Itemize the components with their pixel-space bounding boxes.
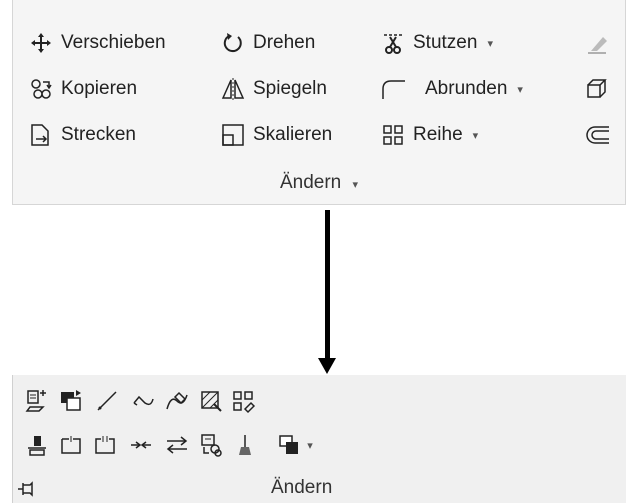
chevron-down-icon: ▾: [307, 439, 313, 452]
copy-circles-icon: [27, 75, 55, 103]
panel-expand-icon: ▾: [352, 179, 359, 191]
copy-button[interactable]: Kopieren: [27, 72, 137, 106]
offset-button[interactable]: [583, 118, 617, 152]
modify-panel-compact: ▾ Ändern: [12, 375, 626, 503]
explode-button[interactable]: [583, 72, 617, 106]
edit-array-icon: [233, 391, 256, 414]
trim-scissors-icon: [379, 29, 407, 57]
edit-hatch-button[interactable]: [197, 387, 225, 415]
stretch-label: Strecken: [61, 124, 136, 145]
scale-button[interactable]: Skalieren: [219, 118, 332, 152]
join-button[interactable]: [127, 431, 155, 459]
edit-array-button[interactable]: [229, 387, 257, 415]
move-icon: [27, 29, 55, 57]
bring-to-front-icon: [279, 435, 298, 454]
array-dropdown-icon[interactable]: ▾: [473, 129, 479, 142]
compact-panel-title[interactable]: Ändern: [271, 477, 332, 499]
array-grid-icon: [379, 121, 407, 149]
fillet-button[interactable]: Abrunden ▾: [379, 72, 523, 106]
edit-spline-button[interactable]: [163, 387, 191, 415]
eraser-icon: [583, 29, 611, 57]
copy-nested-icon: [201, 434, 222, 457]
reverse-button[interactable]: [163, 431, 191, 459]
rotate-button[interactable]: Drehen: [219, 26, 315, 60]
copy-nested-objects-button[interactable]: [197, 431, 225, 459]
edit-polyline-button[interactable]: [129, 387, 157, 415]
lengthen-button[interactable]: [93, 387, 121, 415]
modify-panel-expanded: Verschieben Drehen Stutzen ▾ Kopieren Sp…: [12, 0, 626, 205]
delete-duplicates-button[interactable]: [231, 431, 259, 459]
modify-panel-title-label: Ändern: [279, 172, 342, 193]
mirror-label: Spiegeln: [253, 78, 327, 99]
offset-icon: [583, 121, 611, 149]
bring-to-front-button[interactable]: [275, 431, 303, 459]
move-label: Verschieben: [61, 32, 166, 53]
match-properties-button[interactable]: [23, 387, 51, 415]
scale-label: Skalieren: [253, 124, 333, 145]
trim-dropdown-icon[interactable]: ▾: [487, 37, 493, 50]
edit-polyline-icon: [133, 395, 154, 406]
fillet-label: Abrunden: [425, 78, 508, 99]
array-button[interactable]: Reihe ▾: [379, 118, 478, 152]
trim-button[interactable]: Stutzen ▾: [379, 26, 493, 60]
align-icon: [28, 436, 46, 456]
array-label: Reihe: [413, 124, 463, 145]
fillet-dropdown-icon[interactable]: ▾: [517, 83, 523, 96]
trim-label: Stutzen: [413, 32, 478, 53]
bring-to-front-dropdown[interactable]: ▾: [303, 431, 317, 459]
align-button[interactable]: [23, 431, 51, 459]
match-properties-icon: [25, 390, 46, 412]
break-at-point-icon: [61, 436, 81, 454]
erase-button[interactable]: [583, 26, 617, 60]
stretch-button[interactable]: Strecken: [27, 118, 136, 152]
break-button[interactable]: [91, 431, 119, 459]
lengthen-line-icon: [97, 391, 117, 411]
explode-box-icon: [583, 75, 611, 103]
join-icon: [131, 441, 151, 449]
reverse-arrows-icon: [166, 436, 188, 454]
fillet-icon: [379, 75, 407, 103]
pin-icon: [18, 481, 33, 497]
break-icon: [95, 436, 115, 454]
pin-panel-button[interactable]: [17, 479, 37, 499]
break-at-point-button[interactable]: [57, 431, 85, 459]
copy-label: Kopieren: [61, 78, 138, 99]
modify-panel-title[interactable]: Ändern ▾: [13, 172, 625, 194]
arrow-down-icon: [318, 358, 336, 374]
rotate-label: Drehen: [253, 32, 316, 53]
draw-order-icon: [61, 390, 81, 411]
draw-order-button[interactable]: [57, 387, 85, 415]
broom-icon: [239, 435, 251, 455]
move-button[interactable]: Verschieben: [27, 26, 166, 60]
scale-icon: [219, 121, 247, 149]
mirror-icon: [219, 75, 247, 103]
rotate-icon: [219, 29, 247, 57]
edit-hatch-icon: [201, 391, 222, 412]
arrow-shaft: [325, 210, 330, 360]
stretch-icon: [27, 121, 55, 149]
edit-spline-icon: [166, 391, 188, 410]
mirror-button[interactable]: Spiegeln: [219, 72, 327, 106]
